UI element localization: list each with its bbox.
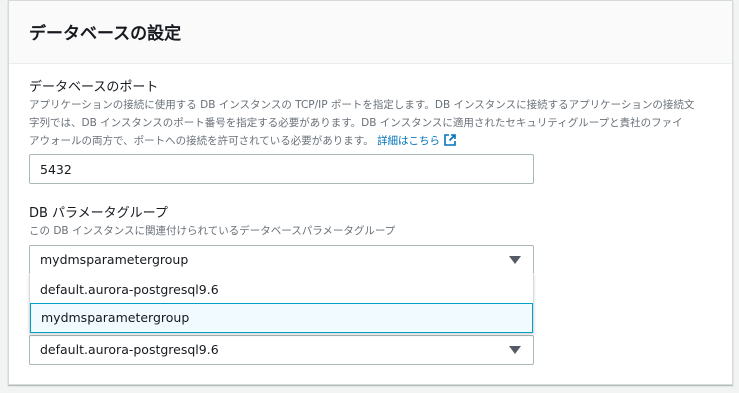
dropdown-option[interactable]: default.aurora-postgresql9.6: [30, 275, 533, 305]
port-description-line3: アウォールの両方で、ポートへの接続を許可されている必要があります。: [29, 135, 374, 147]
chevron-down-icon[interactable]: [509, 256, 521, 264]
dropdown-option-highlighted[interactable]: mydmsparametergroup: [30, 303, 533, 333]
port-description-line3-row: アウォールの両方で、ポートへの接続を許可されている必要があります。 詳細はこちら: [29, 132, 719, 150]
port-description-line1: アプリケーションの接続に使用する DB インスタンスの TCP/IP ポートを指…: [29, 99, 695, 111]
panel-title: データベースの設定: [29, 24, 182, 44]
param-group-description: この DB インスタンスに関連付けられているデータベースパラメータグループ: [29, 225, 396, 237]
param-group-label: DB パラメータグループ: [29, 206, 168, 221]
learn-more-link[interactable]: 詳細はこちら: [377, 135, 440, 147]
secondary-select[interactable]: default.aurora-postgresql9.6: [29, 335, 534, 365]
port-input[interactable]: [29, 154, 534, 184]
panel-header: データベースの設定: [9, 1, 732, 64]
param-group-select[interactable]: mydmsparametergroup: [29, 245, 534, 275]
param-group-selected-value: mydmsparametergroup: [40, 252, 189, 267]
port-description: アプリケーションの接続に使用する DB インスタンスの TCP/IP ポートを指…: [29, 96, 719, 150]
external-link-icon[interactable]: [444, 134, 456, 146]
secondary-select-value: default.aurora-postgresql9.6: [40, 342, 219, 357]
database-settings-panel: データベースの設定 データベースのポート アプリケーションの接続に使用する DB…: [8, 0, 733, 385]
chevron-down-icon[interactable]: [509, 346, 521, 354]
port-description-line2: 字列では、DB インスタンスのポート番号を指定する必要があります。DB インスタ…: [29, 117, 683, 129]
port-label: データベースのポート: [29, 80, 159, 95]
param-group-dropdown: default.aurora-postgresql9.6 mydmsparame…: [29, 273, 534, 333]
